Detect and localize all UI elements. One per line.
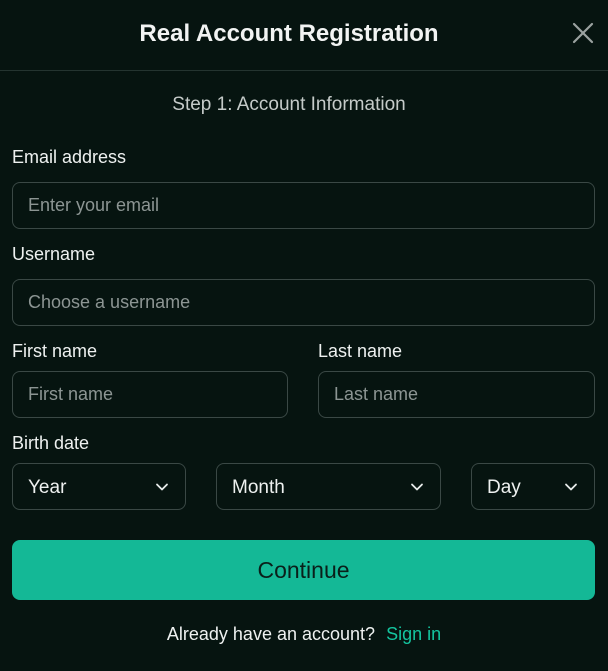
birth-date-label: Birth date <box>12 433 90 453</box>
month-select[interactable]: Month <box>216 463 441 510</box>
email-field[interactable] <box>12 182 595 229</box>
last-name-field[interactable] <box>318 371 595 418</box>
year-select[interactable]: Year <box>12 463 186 510</box>
dialog-title: Real Account Registration <box>139 20 439 47</box>
email-label: Email address <box>12 147 127 167</box>
day-select[interactable]: Day <box>471 463 595 510</box>
dialog-header: Real Account Registration <box>0 0 608 71</box>
first-name-field[interactable] <box>12 371 288 418</box>
first-name-label: First name <box>12 341 98 361</box>
username-field[interactable] <box>12 279 595 326</box>
day-select-value: Day <box>487 477 521 498</box>
chevron-down-icon <box>410 480 424 494</box>
registration-dialog: Real Account Registration Step 1: Accoun… <box>0 0 608 671</box>
close-button[interactable] <box>570 20 596 46</box>
username-label: Username <box>12 244 96 264</box>
last-name-label: Last name <box>318 341 403 361</box>
month-select-value: Month <box>232 477 285 498</box>
chevron-down-icon <box>155 480 169 494</box>
continue-button[interactable]: Continue <box>12 540 595 600</box>
signin-prompt-text: Already have an account? <box>166 624 376 644</box>
signin-prompt: Already have an account? Sign in <box>0 624 608 645</box>
year-select-value: Year <box>28 477 67 498</box>
close-icon <box>572 22 594 44</box>
chevron-down-icon <box>564 480 578 494</box>
signin-link[interactable]: Sign in <box>386 624 441 644</box>
step-indicator: Step 1: Account Information <box>172 94 406 115</box>
